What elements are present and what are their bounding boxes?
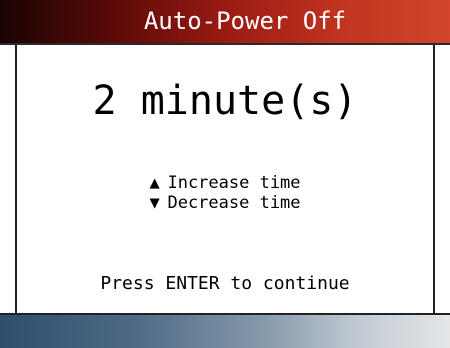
up-triangle-icon: ▲	[149, 173, 160, 193]
right-margin	[435, 45, 450, 313]
title-bar: Auto-Power Off	[0, 0, 450, 45]
options-list: ▲ Increase time ▼ Decrease time	[17, 173, 433, 213]
footer-bar	[0, 313, 450, 348]
content-panel: 2 minute(s) ▲ Increase time ▼ Decrease tim…	[15, 45, 435, 313]
device-screen: Auto-Power Off 2 minute(s) ▲ Increase tim…	[0, 0, 450, 348]
timeout-value: 2 minute(s)	[92, 78, 358, 124]
screen-title: Auto-Power Off	[143, 7, 347, 35]
decrease-time-label: Decrease time	[167, 193, 301, 213]
left-margin	[0, 45, 15, 313]
down-triangle-icon: ▼	[149, 193, 160, 213]
increase-time-option[interactable]: ▲ Increase time	[17, 173, 433, 193]
increase-time-label: Increase time	[167, 173, 301, 193]
decrease-time-option[interactable]: ▼ Decrease time	[17, 193, 433, 213]
continue-prompt: Press ENTER to continue	[100, 273, 350, 294]
